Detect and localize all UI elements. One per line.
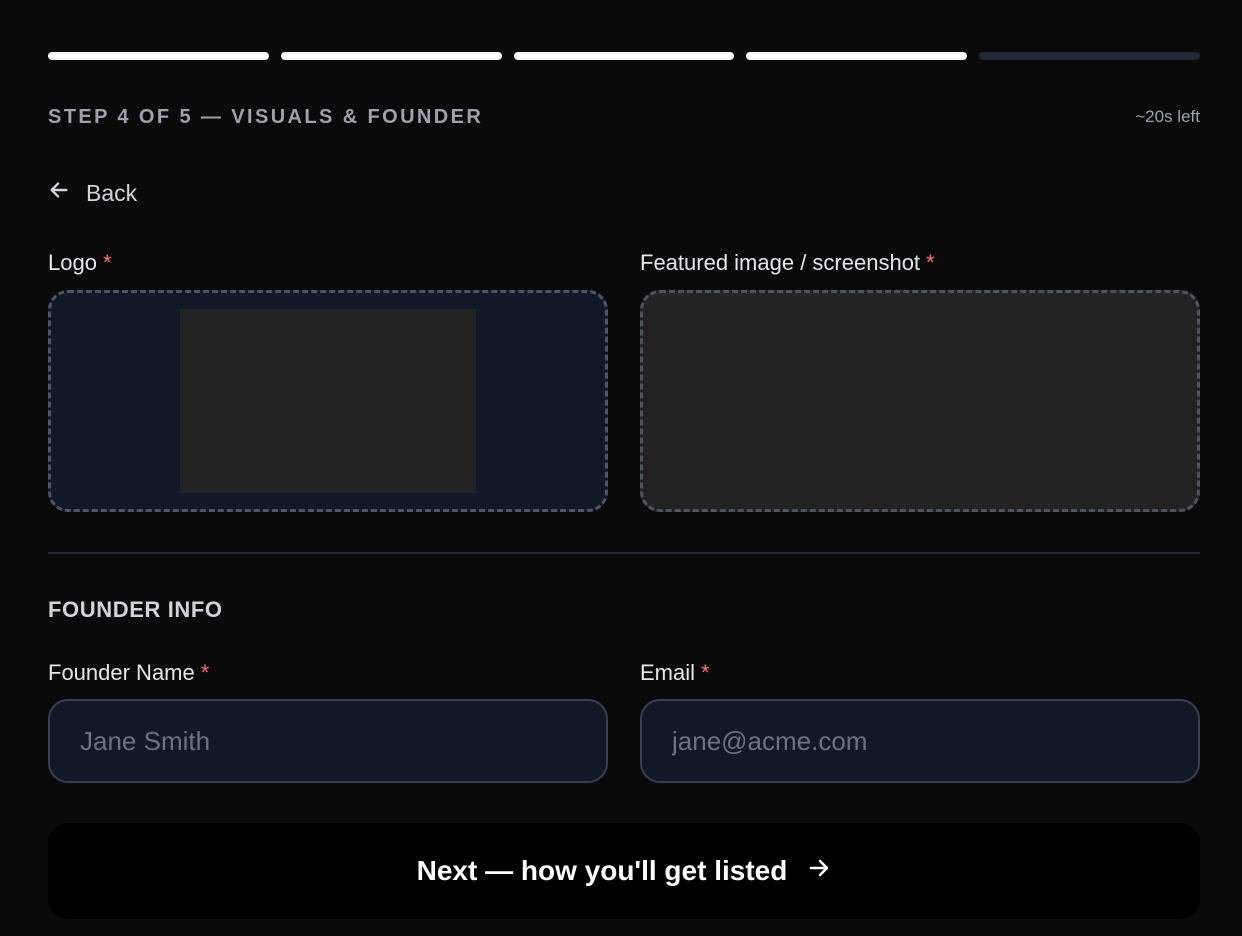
progress-segment-1 <box>48 52 269 60</box>
section-divider <box>48 552 1200 554</box>
progress-segment-2 <box>280 52 502 60</box>
arrow-right-icon <box>807 855 831 887</box>
next-button[interactable]: Next — how you'll get listed <box>48 823 1200 919</box>
featured-image-label-text: Featured image / screenshot <box>640 250 921 275</box>
featured-image-upload-dropzone[interactable] <box>640 290 1200 512</box>
founder-name-input[interactable] <box>48 699 608 783</box>
logo-upload-dropzone[interactable] <box>48 290 608 512</box>
required-mark: * <box>200 660 210 685</box>
progress-segment-4 <box>746 52 968 60</box>
founder-info-title: FOUNDER INFO <box>48 597 223 622</box>
step-label: STEP 4 OF 5 — VISUALS & FOUNDER <box>48 105 484 128</box>
progress-segment-5 <box>979 52 1200 60</box>
back-button[interactable]: Back <box>48 176 137 210</box>
required-mark: * <box>102 250 112 275</box>
time-left: ~20s left <box>1135 107 1200 126</box>
founder-name-label: Founder Name * <box>48 660 209 686</box>
email-input[interactable] <box>640 699 1200 783</box>
back-label: Back <box>86 179 138 206</box>
logo-label-text: Logo <box>48 250 97 275</box>
required-mark: * <box>926 250 935 275</box>
logo-preview-placeholder <box>180 309 476 493</box>
next-button-label: Next — how you'll get listed <box>416 855 788 886</box>
email-label-text: Email <box>640 660 696 685</box>
founder-name-label-text: Founder Name <box>48 660 195 685</box>
step-header: STEP 4 OF 5 — VISUALS & FOUNDER ~20s lef… <box>48 104 1200 130</box>
submission-step-page: STEP 4 OF 5 — VISUALS & FOUNDER ~20s lef… <box>0 0 1242 936</box>
progress-segment-3 <box>513 52 735 60</box>
progress-bar <box>48 52 1200 60</box>
logo-label: Logo * <box>48 250 112 276</box>
required-mark: * <box>701 660 710 685</box>
arrow-left-icon <box>48 179 70 207</box>
email-label: Email * <box>640 660 710 686</box>
featured-image-label: Featured image / screenshot * <box>640 250 935 276</box>
